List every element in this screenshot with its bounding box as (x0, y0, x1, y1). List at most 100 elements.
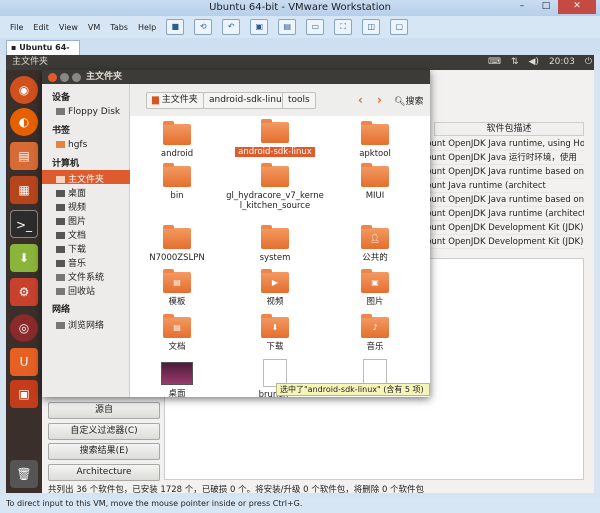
search-button[interactable]: 🔍︎搜索 (394, 94, 423, 107)
sidebar-item-pictures[interactable]: 图片 (56, 214, 86, 227)
menu-view[interactable]: View (59, 23, 78, 32)
item-label: N7000ZSLPN (149, 253, 205, 263)
folder-item[interactable]: ▶ 视频 (230, 269, 320, 307)
sidebar-item-hgfs[interactable]: hgfs (56, 140, 87, 150)
firefox-icon[interactable]: ◐ (10, 108, 38, 136)
custom-filter-button[interactable]: 自定义过滤器(C) (48, 423, 160, 440)
table-row[interactable]: bunt OpenJDK Java runtime based on (426, 165, 584, 179)
search-results-button[interactable]: 搜索结果(E) (48, 443, 160, 460)
folder-item[interactable]: MIUI (330, 163, 420, 201)
folder-item[interactable]: gl_hydracore_v7_kernel_kitchen_source (226, 163, 324, 211)
sidebar-item-browse-network[interactable]: 浏览网络 (56, 318, 104, 331)
tabs-view-icon[interactable]: ▭ (306, 19, 325, 35)
menu-vm[interactable]: VM (88, 23, 100, 32)
folder-item[interactable]: apktool (330, 121, 420, 159)
folder-item[interactable]: ▤ 文档 (132, 314, 222, 352)
close-button[interactable]: ✕ (558, 0, 596, 14)
fm-maximize-icon[interactable] (72, 73, 81, 82)
sidebar-item-desktop[interactable]: 桌面 (56, 186, 86, 199)
minimize-button[interactable]: – (510, 0, 534, 14)
floppy-icon (56, 108, 65, 115)
dash-home-icon[interactable]: ◉ (10, 76, 38, 104)
manage-snapshots-icon[interactable]: ▣ (250, 19, 269, 35)
sidebar-toggle-icon[interactable]: ▤ (278, 19, 297, 35)
sidebar-item-home[interactable]: 主文件夹 (56, 172, 104, 185)
power-icon[interactable]: ⏻ (585, 55, 592, 70)
folder-item[interactable]: bin (132, 163, 222, 201)
system-settings-icon[interactable]: ⚙ (10, 278, 38, 306)
breadcrumb-android-sdk-linux[interactable]: android-sdk-linux (203, 92, 293, 109)
table-row[interactable]: bunt OpenJDK Java runtime (architect (426, 207, 584, 221)
folder-item[interactable]: ♪ 音乐 (330, 314, 420, 352)
templates-folder-icon: ▤ (163, 269, 191, 293)
sidebar-item-videos[interactable]: 视频 (56, 200, 86, 213)
folder-item[interactable]: ▤ 模板 (132, 269, 222, 307)
folder-item[interactable]: N7000ZSLPN (132, 225, 222, 263)
keyboard-icon[interactable]: ⌨ (488, 55, 501, 70)
public-folder-icon: 👤︎ (361, 225, 389, 249)
unity-icon[interactable]: ◫ (362, 19, 381, 35)
breadcrumb-tools[interactable]: tools (282, 92, 316, 109)
item-label: android (160, 149, 194, 159)
fm-close-icon[interactable] (48, 73, 57, 82)
snapshot-icon[interactable]: ⟲ (194, 19, 213, 35)
trash-icon[interactable]: 🗑 (10, 460, 38, 488)
item-label: gl_hydracore_v7_kernel_kitchen_source (226, 191, 324, 211)
maximize-button[interactable]: □ (534, 0, 558, 14)
table-row[interactable]: bunt OpenJDK Development Kit (JDK) (426, 221, 584, 235)
menu-file[interactable]: File (10, 23, 23, 32)
table-row[interactable]: bunt OpenJDK Java 运行时环境，使用 (426, 151, 584, 165)
sidebar-item-trash[interactable]: 回收站 (56, 284, 95, 297)
terminal-icon[interactable]: >_ (10, 210, 38, 238)
network-icon[interactable]: ⇅ (511, 55, 519, 70)
forward-arrow-icon[interactable]: › (377, 93, 382, 107)
files-icon[interactable]: ▤ (10, 142, 38, 170)
sidebar-item-music[interactable]: 音乐 (56, 256, 86, 269)
folder-item[interactable]: system (230, 225, 320, 263)
folder-item[interactable]: ▣ 图片 (330, 269, 420, 307)
ubuntu-one-icon[interactable]: U (10, 348, 38, 376)
libreoffice-icon[interactable]: ▦ (10, 176, 38, 204)
folder-item[interactable]: android (132, 121, 222, 159)
breadcrumb-home[interactable]: ▆ 主文件夹 (146, 92, 204, 109)
origin-filter-button[interactable]: 源自 (48, 402, 160, 419)
clock[interactable]: 20:03 (549, 55, 575, 70)
architecture-button[interactable]: Architecture (48, 464, 160, 481)
workspace-switcher-icon[interactable]: ▣ (10, 380, 38, 408)
sidebar-item-downloads[interactable]: 下载 (56, 242, 86, 255)
folder-item[interactable]: 👤︎ 公共的 (330, 225, 420, 263)
sidebar-item-documents[interactable]: 文档 (56, 228, 86, 241)
volume-icon[interactable]: ◀) (529, 55, 539, 70)
revert-icon[interactable]: ↶ (222, 19, 241, 35)
column-header-description[interactable]: 软件包描述 (434, 122, 584, 136)
item-label: MIUI (365, 191, 385, 201)
pictures-icon (56, 218, 65, 225)
fullscreen-icon[interactable]: ⛶ (334, 19, 353, 35)
network-header: 网络 (52, 305, 71, 315)
menu-help[interactable]: Help (138, 23, 156, 32)
software-center-icon[interactable]: ◎ (10, 314, 38, 342)
folder-icon (163, 225, 191, 249)
sidebar-item-filesystem[interactable]: 文件系统 (56, 270, 104, 283)
sidebar-item-label: 音乐 (68, 259, 87, 269)
vm-tab-ubuntu[interactable]: ▪ Ubuntu 64-bit ✕ (6, 40, 80, 66)
search-label: 搜索 (405, 97, 424, 107)
folder-item-selected[interactable]: android-sdk-linux (230, 119, 320, 157)
back-arrow-icon[interactable]: ‹ (358, 93, 363, 107)
menu-tabs[interactable]: Tabs (110, 23, 128, 32)
table-row[interactable]: bunt OpenJDK Development Kit (JDK) (426, 235, 584, 249)
table-row[interactable]: bunt OpenJDK Java runtime based on (426, 193, 584, 207)
table-row[interactable]: bunt OpenJDK Java runtime, using Hot (426, 137, 584, 151)
folder-item[interactable]: 桌面 (132, 362, 222, 399)
sidebar-item-floppy[interactable]: Floppy Disk (56, 107, 120, 117)
item-label: 视频 (266, 297, 284, 307)
console-view-icon[interactable]: ▢ (390, 19, 409, 35)
menu-edit[interactable]: Edit (33, 23, 49, 32)
update-manager-icon[interactable]: ⬇ (10, 244, 38, 272)
folder-icon (56, 141, 65, 148)
power-button[interactable]: ■ (166, 19, 185, 35)
folder-icon (361, 163, 389, 187)
table-row[interactable]: bunt Java runtime (architect (426, 179, 584, 193)
fm-minimize-icon[interactable] (60, 73, 69, 82)
folder-item[interactable]: ⬇ 下载 (230, 314, 320, 352)
